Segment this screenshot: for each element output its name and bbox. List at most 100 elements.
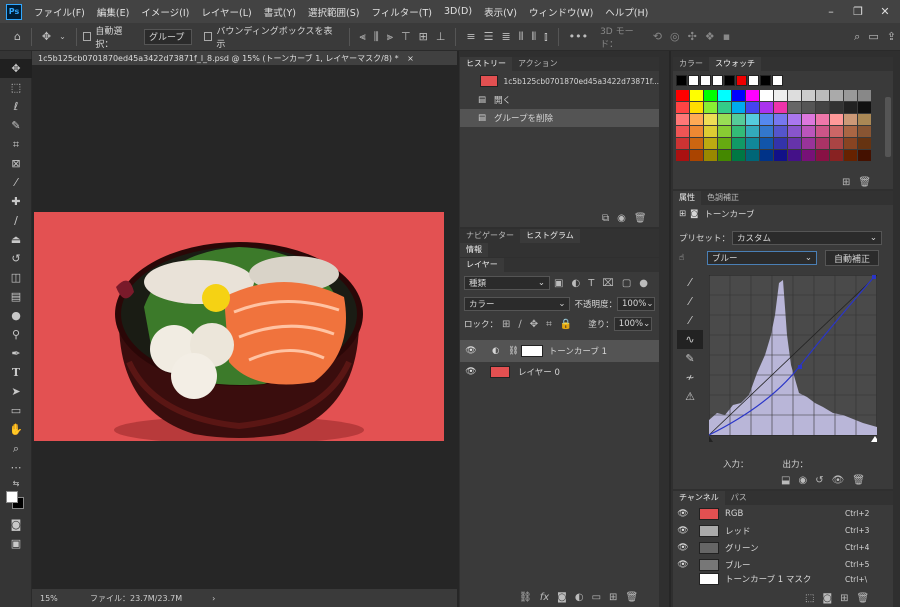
swatch[interactable] [844, 90, 857, 101]
tab-layers[interactable]: レイヤー [460, 258, 504, 272]
visibility-eye-icon[interactable]: 👁 [464, 346, 478, 356]
filter-shape-icon[interactable]: ⌧ [602, 278, 614, 289]
tab-swatches[interactable]: スウォッチ [709, 57, 761, 71]
swatch[interactable] [760, 150, 773, 161]
trash-icon[interactable]: 🗑 [857, 593, 870, 604]
menu-view[interactable]: 表示(V) [478, 5, 523, 19]
swatch[interactable] [746, 126, 759, 137]
align-left-icon[interactable]: ⫷ [360, 30, 366, 44]
zoom-level[interactable]: 15% [40, 594, 80, 603]
swatch[interactable] [788, 102, 801, 113]
new-channel-icon[interactable]: ⊞ [840, 593, 848, 604]
distribute-bottom-icon[interactable]: ≣ [501, 30, 510, 43]
visibility-eye-icon[interactable]: 👁 [676, 560, 690, 570]
swatch[interactable] [732, 150, 745, 161]
healing-brush-tool-icon[interactable]: ✚ [0, 192, 32, 211]
swatch[interactable] [772, 75, 783, 86]
swatch[interactable] [774, 114, 787, 125]
filter-toggle-icon[interactable]: ● [639, 278, 648, 289]
fx-icon[interactable]: fx [540, 592, 549, 603]
link-layers-icon[interactable]: ⛓ [519, 592, 532, 603]
link-icon[interactable]: ⛓ [508, 346, 519, 356]
orbit-3d-icon[interactable]: ⟲ [653, 30, 662, 43]
swatch[interactable] [760, 75, 771, 86]
drag-3d-icon[interactable]: ✣ [688, 30, 697, 43]
lock-position-icon[interactable]: ✥ [530, 319, 538, 330]
swatch[interactable] [718, 126, 731, 137]
toggle-visibility-icon[interactable]: 👁 [832, 475, 845, 486]
swatch[interactable] [704, 138, 717, 149]
document-image[interactable] [34, 212, 444, 441]
history-item[interactable]: ▤ 開く [460, 91, 659, 109]
history-brush-tool-icon[interactable]: ↺ [0, 249, 32, 268]
swatch[interactable] [704, 90, 717, 101]
auto-select-dropdown[interactable]: グループ [143, 28, 192, 45]
swatch[interactable] [760, 90, 773, 101]
swatch[interactable] [690, 126, 703, 137]
crop-tool-icon[interactable]: ⌗ [0, 135, 32, 154]
swatch[interactable] [688, 75, 699, 86]
menu-image[interactable]: イメージ(I) [135, 5, 195, 19]
swatch[interactable] [676, 102, 689, 113]
swatch[interactable] [858, 150, 871, 161]
trash-icon[interactable]: 🗑 [625, 592, 638, 603]
pen-tool-icon[interactable]: ✒ [0, 344, 32, 363]
swatch[interactable] [774, 150, 787, 161]
slide-3d-icon[interactable]: ❖ [705, 30, 715, 43]
auto-button[interactable]: 自動補正 [825, 250, 880, 266]
clipping-warning-icon[interactable]: ⚠ [677, 387, 703, 406]
lasso-tool-icon[interactable]: ℓ [0, 97, 32, 116]
menu-file[interactable]: ファイル(F) [28, 5, 91, 19]
frame-tool-icon[interactable]: ⊠ [0, 154, 32, 173]
rectangle-tool-icon[interactable]: ▭ [0, 401, 32, 420]
swatch[interactable] [788, 126, 801, 137]
swatch[interactable] [816, 138, 829, 149]
align-center-icon[interactable]: ⫼ [374, 30, 379, 44]
swatch[interactable] [746, 102, 759, 113]
new-swatch-icon[interactable]: ⊞ [842, 177, 850, 188]
swatch[interactable] [718, 102, 731, 113]
swatch[interactable] [844, 126, 857, 137]
search-icon[interactable]: ⌕ [854, 30, 860, 44]
swatch[interactable] [830, 90, 843, 101]
visibility-eye-icon[interactable]: 👁 [676, 526, 690, 536]
blur-tool-icon[interactable]: ● [0, 306, 32, 325]
distribute-center-icon[interactable]: ⫴ [532, 30, 537, 44]
swatch[interactable] [746, 138, 759, 149]
tab-color[interactable]: カラー [673, 57, 709, 71]
tab-info[interactable]: 情報 [460, 243, 488, 257]
visibility-eye-icon[interactable]: 👁 [676, 509, 690, 519]
new-adjustment-icon[interactable]: ◐ [575, 592, 584, 603]
swatch[interactable] [676, 75, 687, 86]
swatch[interactable] [732, 102, 745, 113]
swatch[interactable] [690, 114, 703, 125]
swatch[interactable] [700, 75, 711, 86]
move-tool-icon[interactable]: ✥ [42, 30, 51, 43]
lock-artboard-icon[interactable]: ⌗ [546, 319, 552, 330]
lock-image-icon[interactable]: ∕ [518, 319, 521, 330]
filter-adjustment-icon[interactable]: ◐ [571, 278, 580, 289]
distribute-left-icon[interactable]: ⦀ [519, 30, 524, 44]
menu-help[interactable]: ヘルプ(H) [599, 5, 654, 19]
move-tool-icon[interactable]: ✥ [0, 59, 32, 78]
tab-actions[interactable]: アクション [512, 57, 564, 71]
channel-row-mask[interactable]: トーンカーブ 1 マスク Ctrl+\ [673, 573, 893, 585]
share-icon[interactable]: ⇪ [887, 30, 896, 43]
swatch[interactable] [704, 126, 717, 137]
filter-type-icon[interactable]: T [588, 278, 594, 289]
home-icon[interactable]: ⌂ [14, 30, 21, 43]
fill-field[interactable]: 100% ⌄ [613, 317, 652, 331]
swatch[interactable] [690, 150, 703, 161]
distribute-top-icon[interactable]: ≡ [466, 30, 475, 43]
swatch[interactable] [676, 90, 689, 101]
swatch[interactable] [816, 150, 829, 161]
layer-mask-thumbnail[interactable] [520, 345, 543, 357]
save-selection-icon[interactable]: ◙ [822, 593, 832, 604]
swatch[interactable] [704, 102, 717, 113]
layer-kind-filter[interactable]: 種類 ⌄ [464, 276, 550, 290]
add-mask-icon[interactable]: ◙ [557, 592, 567, 603]
preset-dropdown[interactable]: カスタム ⌄ [732, 231, 883, 245]
filter-pixel-icon[interactable]: ▣ [554, 278, 563, 289]
layer-row-active[interactable]: 👁 ◐ ⛓ トーンカーブ 1 [460, 340, 659, 362]
scale-3d-icon[interactable]: ▪ [723, 30, 730, 43]
